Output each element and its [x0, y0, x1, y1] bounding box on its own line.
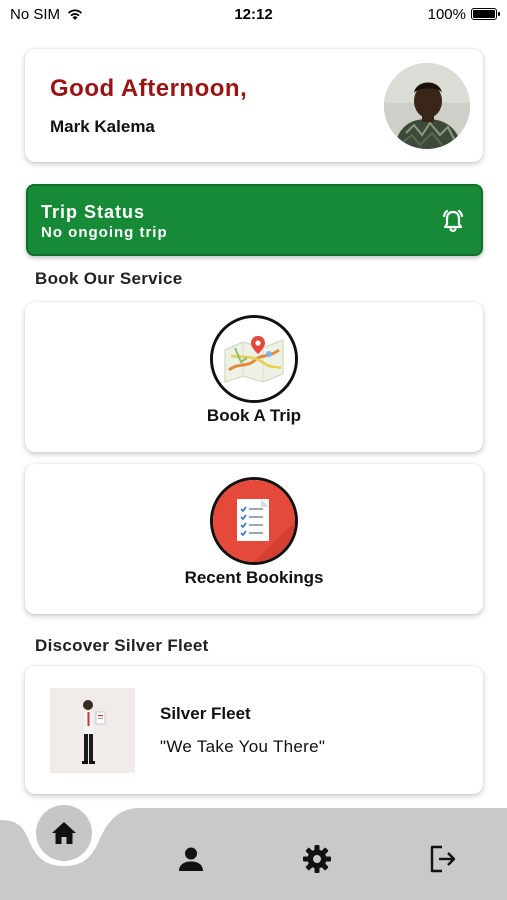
- nav-profile-button[interactable]: [173, 841, 209, 877]
- bottom-navigation: [0, 805, 507, 900]
- nav-settings-button[interactable]: [299, 841, 335, 877]
- battery-icon: [471, 8, 500, 20]
- avatar-photo: [384, 63, 470, 149]
- fleet-title: Silver Fleet: [160, 704, 251, 723]
- trip-status-card[interactable]: Trip Status No ongoing trip: [26, 184, 483, 256]
- book-trip-label: Book A Trip: [206, 406, 302, 425]
- status-left: No SIM: [10, 6, 84, 23]
- silver-fleet-card[interactable]: Silver Fleet "We Take You There": [25, 666, 483, 794]
- bell-ringing-icon[interactable]: [439, 207, 467, 235]
- recent-bookings-label: Recent Bookings: [184, 568, 324, 587]
- carrier-label: No SIM: [10, 5, 61, 23]
- discover-section-title: Discover Silver Fleet: [35, 636, 209, 655]
- battery-percent: 100%: [427, 5, 466, 23]
- greeting-card: Good Afternoon, Mark Kalema: [25, 49, 483, 162]
- home-icon: [52, 822, 76, 844]
- nav-logout-button[interactable]: [425, 841, 461, 877]
- nav-home-button[interactable]: [36, 805, 92, 861]
- person-icon: [179, 847, 203, 871]
- book-section-title: Book Our Service: [35, 269, 183, 288]
- status-bar: No SIM 12:12 100%: [0, 0, 507, 28]
- map-icon: [210, 315, 298, 403]
- avatar[interactable]: [384, 63, 470, 149]
- user-name: Mark Kalema: [50, 117, 155, 136]
- checklist-icon: [210, 477, 298, 565]
- status-right: 100%: [427, 5, 500, 23]
- fleet-driver-image: [50, 688, 135, 773]
- greeting-text: Good Afternoon,: [50, 75, 248, 102]
- gear-icon: [303, 845, 331, 873]
- trip-status-title: Trip Status: [41, 202, 146, 222]
- fleet-tagline: "We Take You There": [160, 737, 326, 756]
- recent-bookings-card[interactable]: Recent Bookings: [25, 464, 483, 614]
- wifi-icon: [68, 9, 83, 20]
- trip-status-subtitle: No ongoing trip: [41, 224, 168, 241]
- logout-icon: [430, 845, 456, 873]
- book-trip-card[interactable]: Book A Trip: [25, 302, 483, 452]
